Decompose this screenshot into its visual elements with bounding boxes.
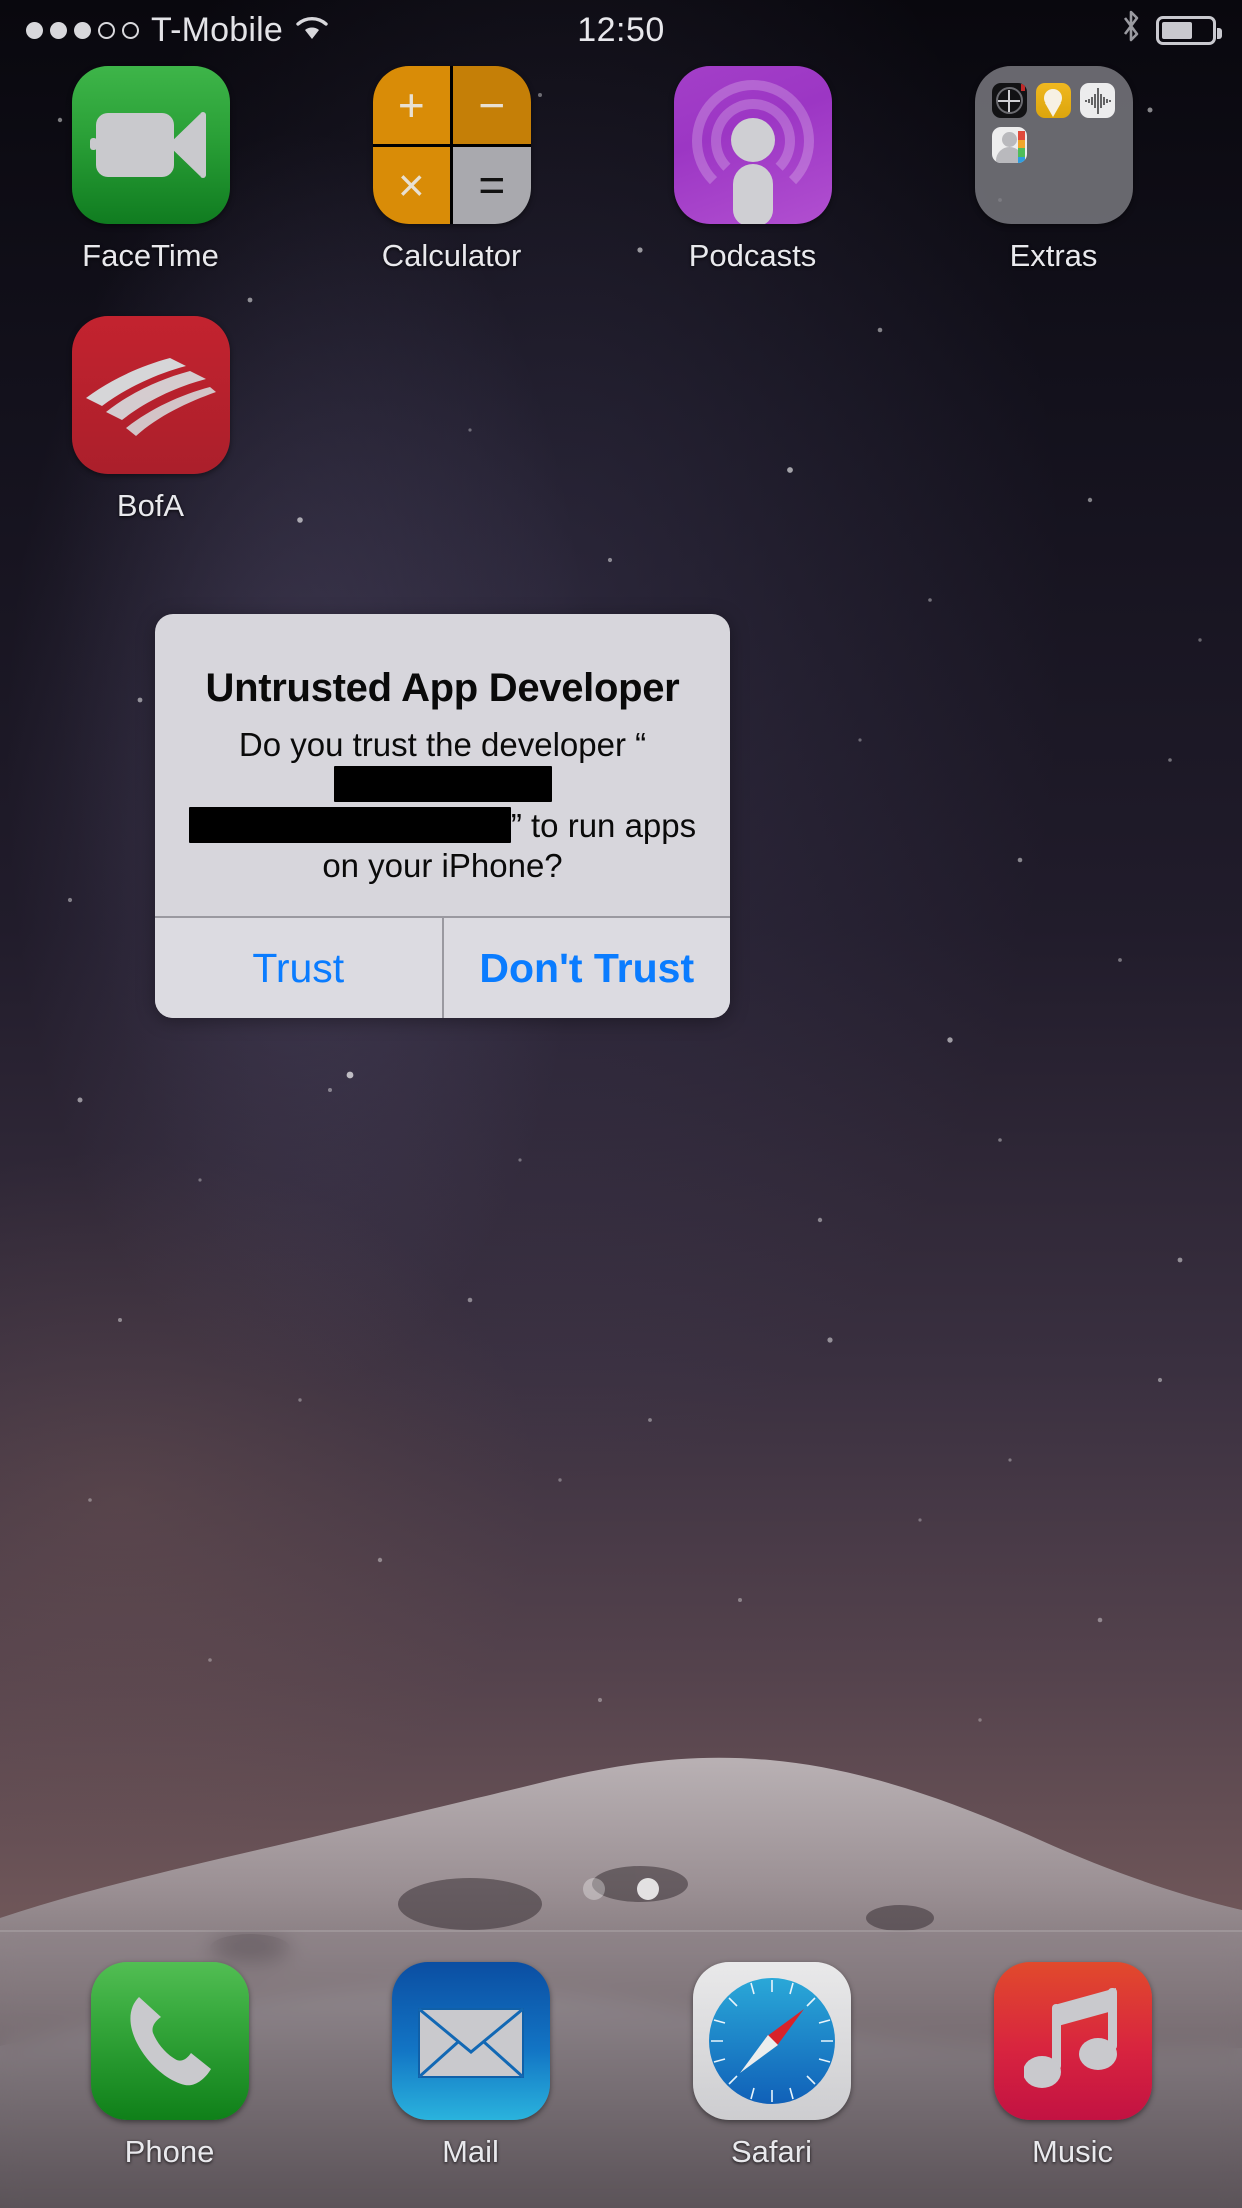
- app-label: Mail: [442, 2134, 499, 2169]
- dock-app-safari[interactable]: Safari: [672, 1962, 872, 2170]
- voice-memos-icon: [1080, 83, 1116, 119]
- contacts-icon: [991, 127, 1027, 163]
- alert-buttons: Trust Don't Trust: [155, 918, 730, 1018]
- app-label: Music: [1032, 2134, 1113, 2169]
- facetime-icon[interactable]: [71, 66, 230, 224]
- status-bar-right: [822, 9, 1242, 51]
- app-label: Podcasts: [688, 238, 817, 273]
- tips-icon: [1035, 83, 1072, 119]
- wifi-icon: [295, 11, 329, 49]
- app-folder-extras[interactable]: Extras: [954, 66, 1154, 274]
- alert-title: Untrusted App Developer: [205, 666, 680, 710]
- battery-icon: [1156, 15, 1222, 45]
- app-row-2: BofA: [0, 316, 1242, 566]
- bluetooth-icon: [1120, 9, 1142, 51]
- redacted-developer-name-2: [188, 806, 511, 843]
- untrusted-app-developer-alert: Untrusted App Developer Do you trust the…: [155, 614, 730, 1018]
- app-label: Extras: [1009, 238, 1098, 273]
- app-podcasts[interactable]: Podcasts: [653, 66, 853, 274]
- app-label: Phone: [124, 2134, 215, 2169]
- alert-message-part-1: Do you trust the developer “: [238, 726, 647, 763]
- page-indicator[interactable]: [0, 1878, 1242, 1900]
- status-bar-left: T-Mobile: [0, 11, 420, 50]
- home-screen-grid: FaceTime + − × = Calculator Podcasts Ext…: [0, 66, 1242, 566]
- dock: Phone Mail Safari Music: [0, 1930, 1242, 2208]
- podcasts-icon[interactable]: [673, 66, 832, 224]
- clock-label: 12:50: [577, 10, 665, 49]
- dont-trust-button[interactable]: Don't Trust: [443, 918, 730, 1018]
- safari-compass-icon[interactable]: [692, 1962, 851, 2120]
- page-dot[interactable]: [583, 1878, 605, 1900]
- mail-icon[interactable]: [391, 1962, 550, 2120]
- dock-app-music[interactable]: Music: [973, 1962, 1173, 2170]
- dock-app-mail[interactable]: Mail: [371, 1962, 571, 2170]
- music-note-icon[interactable]: [993, 1962, 1152, 2120]
- page-dot-active[interactable]: [637, 1878, 659, 1900]
- folder-icon[interactable]: [974, 66, 1133, 224]
- app-bofa[interactable]: BofA: [51, 316, 251, 524]
- app-label: FaceTime: [82, 238, 219, 273]
- app-label: Safari: [731, 2134, 812, 2169]
- app-row-1: FaceTime + − × = Calculator Podcasts Ext…: [0, 66, 1242, 316]
- trust-button[interactable]: Trust: [155, 918, 442, 1018]
- bank-of-america-icon[interactable]: [71, 316, 230, 474]
- redacted-developer-name-1: [333, 766, 552, 803]
- alert-body: Untrusted App Developer Do you trust the…: [155, 614, 730, 916]
- compass-icon: [991, 83, 1027, 119]
- signal-strength-icon: [26, 21, 139, 39]
- app-facetime[interactable]: FaceTime: [51, 66, 251, 274]
- status-bar: T-Mobile 12:50: [0, 0, 1242, 60]
- app-label: BofA: [116, 488, 185, 523]
- app-calculator[interactable]: + − × = Calculator: [352, 66, 552, 274]
- carrier-label: T-Mobile: [151, 10, 283, 49]
- alert-message: Do you trust the developer “” to run app…: [179, 725, 706, 886]
- dock-app-phone[interactable]: Phone: [70, 1962, 270, 2170]
- phone-icon[interactable]: [90, 1962, 249, 2120]
- app-label: Calculator: [381, 238, 522, 273]
- calculator-icon[interactable]: + − × =: [372, 66, 531, 224]
